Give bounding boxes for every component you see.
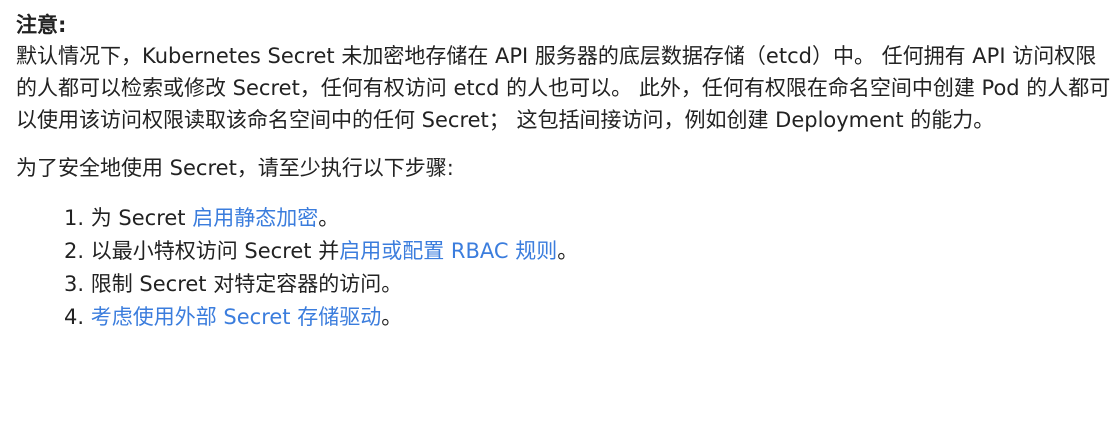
step-number: 4.	[64, 305, 85, 329]
configure-rbac-rules-link[interactable]: 启用或配置 RBAC 规则	[339, 239, 557, 263]
step-text: 以最小特权访问 Secret 并	[90, 239, 340, 263]
steps-list: 1. 为 Secret 启用静态加密。 2. 以最小特权访问 Secret 并启…	[16, 202, 1120, 334]
note-paragraph-default-storage: 默认情况下，Kubernetes Secret 未加密地存储在 API 服务器的…	[16, 44, 1111, 132]
step-item-1: 1. 为 Secret 启用静态加密。	[64, 202, 1120, 235]
note-title: 注意:	[16, 13, 67, 37]
step-item-3: 3. 限制 Secret 对特定容器的访问。	[64, 268, 1120, 301]
enable-encryption-at-rest-link[interactable]: 启用静态加密	[192, 206, 318, 230]
step-suffix: 。	[318, 206, 340, 230]
note-block: 注意: 默认情况下，Kubernetes Secret 未加密地存储在 API …	[0, 0, 1120, 427]
step-text: 限制 Secret 对特定容器的访问。	[90, 272, 403, 296]
note-paragraph-steps-intro: 为了安全地使用 Secret，请至少执行以下步骤:	[16, 156, 454, 180]
step-text: 为 Secret	[90, 206, 193, 230]
step-suffix: 。	[557, 239, 579, 263]
external-secret-store-driver-link[interactable]: 考虑使用外部 Secret 存储驱动	[91, 305, 381, 329]
step-suffix: 。	[381, 305, 403, 329]
step-number: 3.	[64, 272, 85, 296]
step-item-4: 4. 考虑使用外部 Secret 存储驱动。	[64, 301, 1120, 334]
step-item-2: 2. 以最小特权访问 Secret 并启用或配置 RBAC 规则。	[64, 235, 1120, 268]
step-number: 1.	[64, 206, 85, 230]
step-number: 2.	[64, 239, 85, 263]
